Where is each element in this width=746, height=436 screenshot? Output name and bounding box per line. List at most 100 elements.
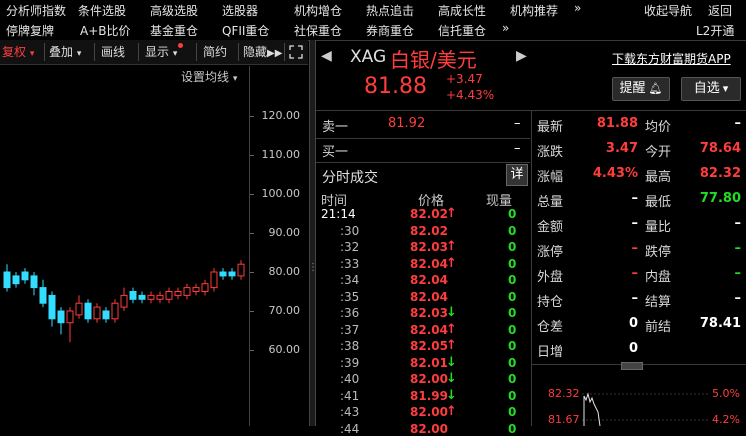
simple-mode-button[interactable]: 简约 xyxy=(196,43,227,61)
l2-open-link[interactable]: L2开通 xyxy=(696,22,734,39)
watchlist-dropdown[interactable]: 自选 ▾ xyxy=(681,77,741,101)
nav-item-social-security[interactable]: 社保重仓 xyxy=(294,22,342,39)
trade-time: :36 xyxy=(340,306,360,320)
candlestick-chart[interactable] xyxy=(0,66,248,426)
candle-body xyxy=(237,263,245,277)
back-button[interactable]: 返回 xyxy=(708,2,732,19)
candle-body xyxy=(48,294,56,320)
remind-button[interactable]: 提醒 🔔︎ xyxy=(612,77,670,101)
display-label: 显示 xyxy=(145,45,170,59)
candle-body xyxy=(219,271,227,277)
stat-label: 涨跌 xyxy=(537,145,564,160)
stat-value: 0 xyxy=(628,341,638,356)
stat-label: 外盘 xyxy=(537,270,564,285)
trade-volume: 0 xyxy=(508,372,517,386)
nav-item-broker-holdings[interactable]: 券商重仓 xyxy=(366,22,414,39)
arrow-down-icon: ↓ xyxy=(446,387,457,403)
trades-detail-button[interactable]: 详 xyxy=(506,164,528,186)
mini-chart-high: 82.32 xyxy=(548,387,580,400)
fuquan-dropdown[interactable]: 复权 ▾ xyxy=(2,43,34,61)
download-app-link[interactable]: 下载东方财富期货APP xyxy=(612,50,731,67)
nav-item-stock-selector[interactable]: 选股器 xyxy=(222,2,258,19)
draw-line-button[interactable]: 画线 xyxy=(94,43,125,61)
nav-item-high-growth[interactable]: 高成长性 xyxy=(438,2,486,19)
trade-time: :32 xyxy=(340,240,360,254)
candle-body xyxy=(12,275,20,285)
buy-one-label: 买一 xyxy=(322,145,349,160)
collapse-nav-button[interactable]: 收起导航 xyxy=(644,2,692,19)
nav-item-ab-ratio[interactable]: A+B比价 xyxy=(80,22,131,39)
panel-splitter[interactable] xyxy=(309,40,316,426)
sell-one-price: 81.92 xyxy=(388,116,426,131)
stat-label: 持仓 xyxy=(537,295,564,310)
trade-time: 21:14 xyxy=(321,207,356,221)
chevron-down-icon: ▾ xyxy=(76,49,82,59)
candle-body xyxy=(147,294,155,300)
trade-price: 82.02 xyxy=(410,223,448,238)
candle-body xyxy=(57,310,65,324)
nav-item-analyst-index[interactable]: 分析师指数 xyxy=(6,2,66,19)
nav-more-icon[interactable]: » xyxy=(574,1,581,15)
stat-label: 结算 xyxy=(645,295,672,310)
prev-symbol-icon[interactable]: ◀ xyxy=(321,48,332,64)
chevron-down-icon: ▾ xyxy=(722,82,729,95)
last-price: 81.88 xyxy=(364,74,427,99)
stat-label: 涨停 xyxy=(537,245,564,260)
stat-value: – xyxy=(734,266,742,281)
trade-time: :40 xyxy=(340,372,360,386)
trade-price: 81.99 xyxy=(410,388,448,403)
stat-value: 77.80 xyxy=(699,191,741,206)
nav-item-advanced-select[interactable]: 高级选股 xyxy=(150,2,198,19)
chevron-down-icon: ▾ xyxy=(172,49,178,59)
stat-value: 0 xyxy=(628,316,638,331)
nav-item-suspension[interactable]: 停牌复牌 xyxy=(6,22,54,39)
candle-body xyxy=(21,271,29,281)
candle-body xyxy=(111,302,119,320)
stat-label: 总量 xyxy=(537,195,564,210)
stat-value: 78.64 xyxy=(699,141,741,156)
stat-label: 内盘 xyxy=(645,270,672,285)
stat-value: 3.47 xyxy=(605,141,638,156)
next-symbol-icon[interactable]: ▶ xyxy=(516,48,527,64)
nav-more-icon-2[interactable]: » xyxy=(502,21,509,35)
nav-item-conditional-select[interactable]: 条件选股 xyxy=(78,2,126,19)
stat-label: 最新 xyxy=(537,120,564,135)
nav-item-institution-recommend[interactable]: 机构推荐 xyxy=(510,2,558,19)
chart-toolbar: 复权 ▾ 叠加 ▾ 画线 显示 ▾ 简约 隐藏▶▶ xyxy=(0,40,308,65)
stat-value: – xyxy=(631,191,639,206)
price-axis-tick: 90.00 xyxy=(268,226,301,239)
price-axis-tick: 80.00 xyxy=(268,265,301,278)
nav-item-qfii-holdings[interactable]: QFII重仓 xyxy=(222,22,269,39)
trade-volume: 0 xyxy=(508,273,517,287)
trade-volume: 0 xyxy=(508,421,517,436)
stat-label: 仓差 xyxy=(537,320,564,335)
candle-body xyxy=(3,271,11,289)
stat-label: 最低 xyxy=(645,195,672,210)
overlay-dropdown[interactable]: 叠加 ▾ xyxy=(44,43,81,61)
trade-time: :33 xyxy=(340,256,360,271)
candle-body xyxy=(66,310,74,324)
arrow-up-icon: ↑ xyxy=(446,404,457,419)
trade-volume: 0 xyxy=(508,405,517,419)
scroll-handle-icon[interactable] xyxy=(621,362,643,370)
arrow-up-icon: ↑ xyxy=(446,255,457,271)
stat-label: 最高 xyxy=(645,170,672,185)
trade-volume: 0 xyxy=(508,256,517,271)
candle-body xyxy=(174,291,182,296)
trades-divider xyxy=(316,162,530,163)
candle-body xyxy=(120,294,128,308)
display-dropdown[interactable]: 显示 ▾ xyxy=(138,43,184,61)
nav-item-hotspot[interactable]: 热点追击 xyxy=(366,2,414,19)
price-axis-tick: 110.00 xyxy=(261,148,301,161)
fullscreen-icon[interactable] xyxy=(284,43,307,61)
price-change-pct: +4.43% xyxy=(446,88,495,102)
trade-volume: 0 xyxy=(508,289,517,304)
nav-item-trust-holdings[interactable]: 信托重仓 xyxy=(438,22,486,39)
orderbook-divider xyxy=(316,138,530,139)
nav-item-fund-holdings[interactable]: 基金重仓 xyxy=(150,22,198,39)
mini-intraday-chart[interactable] xyxy=(582,390,710,426)
nav-item-institution-add[interactable]: 机构增仓 xyxy=(294,2,342,19)
trade-time: :43 xyxy=(340,405,360,419)
stat-label: 跌停 xyxy=(645,245,672,260)
hide-button[interactable]: 隐藏▶▶ xyxy=(238,43,282,61)
